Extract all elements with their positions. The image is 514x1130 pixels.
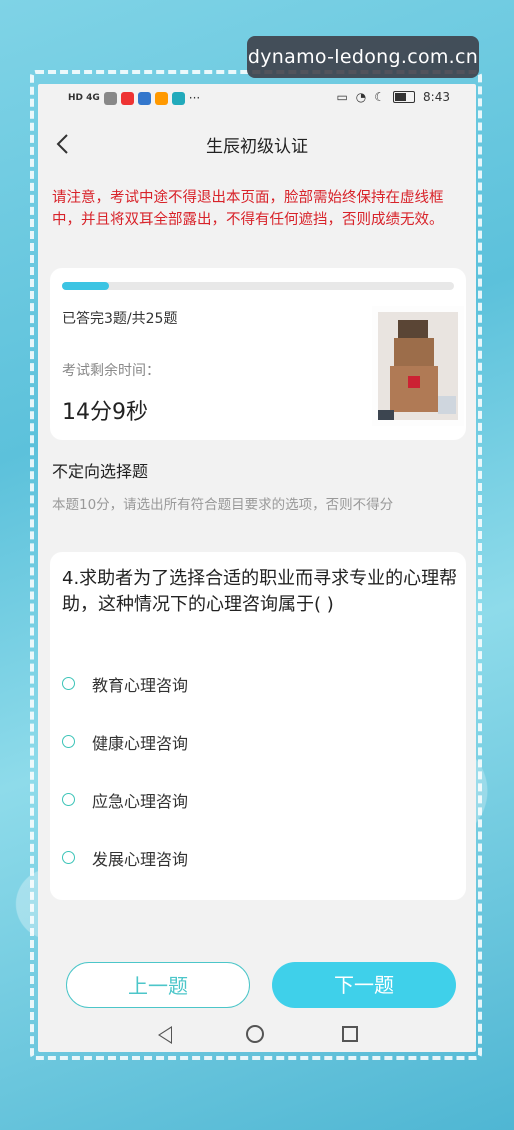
camera-preview (372, 306, 464, 426)
system-home-icon[interactable] (246, 1025, 264, 1043)
system-back-icon[interactable] (158, 1026, 172, 1044)
option-label: 应急心理咨询 (92, 792, 189, 811)
warning-notice: 请注意，考试中途不得退出本页面，脸部需始终保持在虚线框中，并且将双耳全部露出，不… (52, 190, 444, 228)
status-icons-right: ▭ ◔ ☾ 8:43 (336, 90, 450, 104)
question-card: 4.求助者为了选择合适的职业而寻求专业的心理帮助，这种情况下的心理咨询属于( )… (50, 552, 466, 900)
moon-icon: ☾ (374, 90, 386, 104)
more-notifications-icon: ··· (188, 91, 201, 105)
prev-question-button[interactable]: 上一题 (66, 962, 250, 1008)
option-label: 教育心理咨询 (92, 676, 189, 695)
nav-bar: 生辰初级认证 (38, 120, 476, 168)
app-notification-icon (171, 91, 185, 105)
radio-button[interactable] (62, 735, 75, 748)
section-description: 本题10分，请选出所有符合题目要求的选项，否则不得分 (52, 497, 394, 513)
system-recents-icon[interactable] (342, 1026, 358, 1042)
status-icons-left: HD 4G ··· (68, 91, 200, 105)
remaining-time-label: 考试剩余时间： (62, 363, 160, 379)
remaining-time-value: 14分9秒 (62, 400, 148, 425)
option-item[interactable]: 应急心理咨询 (62, 786, 442, 816)
section-title: 不定向选择题 (52, 462, 149, 481)
option-item[interactable]: 教育心理咨询 (62, 670, 442, 700)
network-indicator: HD 4G (68, 93, 100, 103)
option-item[interactable]: 健康心理咨询 (62, 728, 442, 758)
app-notification-icon (103, 91, 117, 105)
page-title: 生辰初级认证 (206, 137, 308, 157)
app-notification-icon (137, 91, 151, 105)
option-label: 健康心理咨询 (92, 734, 189, 753)
phone-screen: HD 4G ··· ▭ ◔ ☾ 8:43 生辰初级认证 请注意，考试中途不得退出… (38, 84, 476, 1052)
system-nav-bar (38, 1020, 476, 1052)
radio-button[interactable] (62, 677, 75, 690)
app-notification-icon (120, 91, 134, 105)
alarm-icon: ◔ (355, 90, 367, 104)
answered-count: 已答完3题/共25题 (62, 311, 178, 327)
cast-icon: ▭ (336, 90, 348, 104)
progress-bar (62, 282, 454, 290)
status-bar: HD 4G ··· ▭ ◔ ☾ 8:43 (38, 84, 476, 114)
radio-button[interactable] (62, 793, 75, 806)
option-item[interactable]: 发展心理咨询 (62, 844, 442, 874)
progress-bar-fill (62, 282, 110, 290)
watermark: dynamo-ledong.com.cn (247, 36, 479, 78)
clock: 8:43 (423, 90, 450, 104)
question-text: 4.求助者为了选择合适的职业而寻求专业的心理帮助，这种情况下的心理咨询属于( ) (62, 568, 458, 615)
app-notification-icon (154, 91, 168, 105)
option-label: 发展心理咨询 (92, 850, 189, 869)
next-question-button[interactable]: 下一题 (272, 962, 456, 1008)
progress-card: 已答完3题/共25题 考试剩余时间： 14分9秒 (50, 268, 466, 440)
battery-icon (393, 91, 416, 103)
radio-button[interactable] (62, 851, 75, 864)
